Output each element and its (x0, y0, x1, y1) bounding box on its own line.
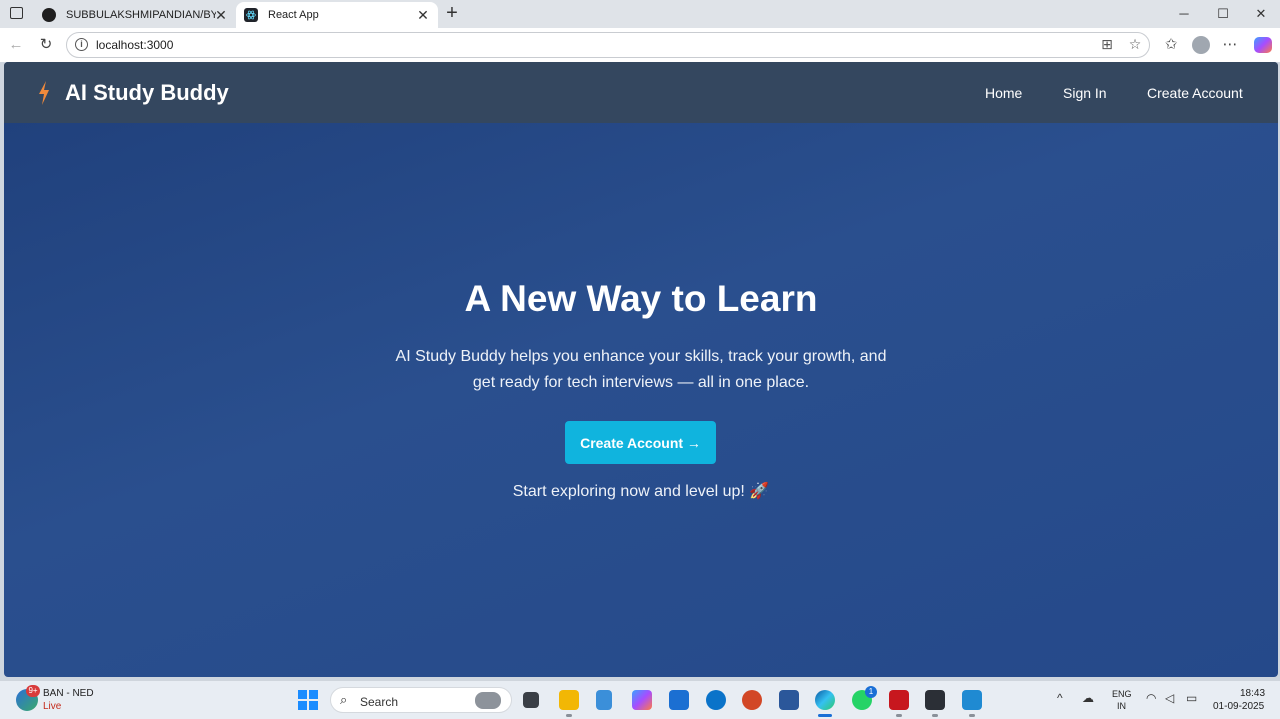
file-explorer-icon[interactable] (559, 690, 579, 710)
running-indicator (896, 714, 902, 717)
reload-button[interactable]: ↻ (35, 34, 57, 56)
language-indicator[interactable]: ENG (1112, 689, 1132, 699)
app-available-icon[interactable]: ⊞ (1098, 36, 1116, 53)
copilot-app-icon[interactable] (632, 690, 652, 710)
hero-tagline: Start exploring now and level up! 🚀 (512, 483, 770, 500)
wifi-icon[interactable]: ◠ (1146, 691, 1156, 705)
running-indicator (566, 714, 572, 717)
clock-time[interactable]: 18:43 (1240, 688, 1265, 699)
running-indicator (969, 714, 975, 717)
nav-link-home[interactable]: Home (985, 85, 1022, 101)
battery-icon[interactable]: ▭ (1186, 691, 1197, 705)
hero-subtitle: AI Study Buddy helps you enhance your sk… (395, 348, 887, 391)
close-window-button[interactable]: ✕ (1246, 4, 1276, 24)
react-icon (244, 8, 258, 22)
start-button[interactable] (298, 690, 318, 710)
notepad-icon[interactable] (596, 690, 612, 710)
maximize-button[interactable]: ☐ (1208, 4, 1238, 24)
create-account-button[interactable]: Create Account → (565, 421, 716, 464)
github-icon (42, 8, 56, 22)
active-app-indicator (818, 714, 832, 717)
powerpoint-icon[interactable] (742, 690, 762, 710)
profile-avatar[interactable] (1192, 36, 1210, 54)
page-viewport: AI Study Buddy Home Sign In Create Accou… (4, 62, 1278, 677)
weather-status[interactable]: Live (43, 701, 61, 712)
tab-actions-icon[interactable] (10, 7, 23, 19)
weather-label[interactable]: BAN - NED (43, 688, 94, 699)
store-icon[interactable] (669, 690, 689, 710)
task-view-icon[interactable] (523, 692, 539, 708)
browser-toolbar: ← ↻ i localhost:3000 ⊞ ☆ ✩ ⋯ (0, 28, 1280, 62)
whatsapp-badge: 1 (865, 686, 877, 698)
nav-link-create-account[interactable]: Create Account (1147, 85, 1243, 101)
close-tab-icon[interactable]: ✕ (414, 6, 432, 24)
more-menu-icon[interactable]: ⋯ (1220, 35, 1240, 55)
browser-tab-strip: SUBBULAKSHMIPANDIAN/BYTES ✕ React App ✕ … (0, 0, 1280, 28)
hero-title: A New Way to Learn (464, 278, 818, 319)
new-tab-button[interactable]: + (442, 3, 462, 23)
site-info-icon[interactable]: i (75, 38, 88, 51)
show-hidden-icons[interactable]: ^ (1057, 691, 1063, 705)
dell-icon[interactable] (706, 690, 726, 710)
volume-icon[interactable]: ◁ (1165, 691, 1174, 705)
edge-icon[interactable] (815, 690, 835, 710)
favorite-star-icon[interactable]: ☆ (1126, 36, 1144, 53)
search-highlight-icon (475, 692, 501, 709)
clock-date[interactable]: 01-09-2025 (1213, 701, 1264, 712)
app-navbar: AI Study Buddy Home Sign In Create Accou… (4, 62, 1278, 123)
acrobat-icon[interactable] (889, 690, 909, 710)
url-text: localhost:3000 (96, 38, 174, 52)
search-placeholder: Search (360, 695, 399, 709)
tab-react-app[interactable]: React App ✕ (236, 2, 438, 28)
lightning-bolt-icon (39, 81, 49, 105)
minimize-button[interactable]: ─ (1169, 4, 1199, 24)
copilot-icon[interactable] (1254, 37, 1272, 53)
terminal-icon[interactable] (925, 690, 945, 710)
word-icon[interactable] (779, 690, 799, 710)
taskbar: 9+ BAN - NED Live ⌕ Search 1 ^ ☁ ENG IN … (0, 680, 1280, 719)
vscode-icon[interactable] (962, 690, 982, 710)
close-tab-icon[interactable]: ✕ (212, 6, 230, 24)
nav-link-sign-in[interactable]: Sign In (1063, 85, 1107, 101)
weather-badge: 9+ (26, 685, 40, 697)
onedrive-icon[interactable]: ☁ (1082, 691, 1094, 705)
search-icon: ⌕ (340, 692, 348, 707)
tab-title: SUBBULAKSHMIPANDIAN/BYTES (66, 9, 216, 21)
brand-title[interactable]: AI Study Buddy (65, 80, 229, 106)
address-bar[interactable]: i localhost:3000 ⊞ ☆ (66, 32, 1150, 58)
tab-github[interactable]: SUBBULAKSHMIPANDIAN/BYTES ✕ (34, 2, 236, 28)
favorites-icon[interactable]: ✩ (1161, 35, 1181, 55)
taskbar-search[interactable]: ⌕ Search (330, 687, 512, 713)
running-indicator (932, 714, 938, 717)
tab-title: React App (268, 9, 319, 21)
language-region[interactable]: IN (1117, 701, 1126, 711)
back-button[interactable]: ← (5, 34, 27, 56)
